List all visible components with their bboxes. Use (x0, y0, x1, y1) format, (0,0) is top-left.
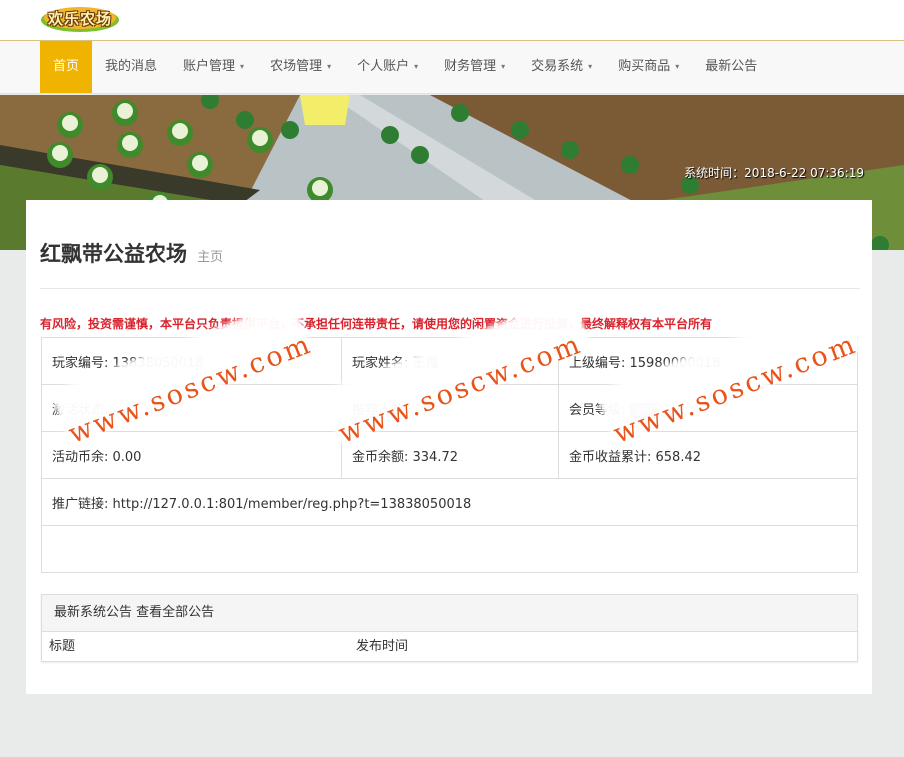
nav-item-label: 交易系统 (531, 59, 584, 74)
table-row (41, 525, 858, 573)
member-level-label: 会员等级: (569, 402, 626, 418)
view-all-announcements-link[interactable]: 查看全部公告 (136, 605, 214, 620)
tree-icon (511, 121, 529, 139)
site-logo[interactable]: 欢乐农场 (40, 5, 120, 33)
system-time: 系统时间：2018-6-22 07:36:19 (684, 166, 864, 180)
nav-item-label: 首页 (53, 59, 80, 74)
caret-down-icon: ▾ (240, 62, 245, 71)
tree-icon (411, 146, 429, 164)
tree-icon (561, 141, 579, 159)
caret-down-icon: ▾ (327, 62, 332, 71)
nav-item-8[interactable]: 最新公告 (692, 41, 770, 93)
tree-icon (451, 104, 469, 122)
nav-item-3[interactable]: 农场管理 ▾ (257, 41, 344, 93)
nav-item-1[interactable]: 我的消息 (92, 41, 170, 93)
nav-item-7[interactable]: 购买商品 ▾ (605, 41, 692, 93)
page-title: 红飘带公益农场 (40, 242, 187, 266)
announcements-title: 最新系统公告 (54, 605, 133, 620)
announcements-panel: 最新系统公告 查看全部公告 标题 发布时间 (41, 594, 858, 662)
cabbage-icon (192, 155, 208, 171)
table-row: 推广链接: http://127.0.0.1:801/member/reg.ph… (41, 478, 858, 526)
caret-down-icon: ▾ (675, 62, 680, 71)
nav-item-label: 农场管理 (270, 59, 323, 74)
page-subtitle: 主页 (197, 250, 224, 265)
nav-item-label: 财务管理 (444, 59, 497, 74)
nav-item-2[interactable]: 账户管理 ▾ (170, 41, 257, 93)
cabbage-icon (117, 103, 133, 119)
account-info-table: 玩家编号: 13838050018 玩家姓名: 王霞 上级编号: 1598000… (41, 337, 858, 573)
empty-cell (41, 525, 858, 573)
nav-list: 首页 我的消息 账户管理 ▾ 农场管理 ▾ 个人账户 ▾ 财务管理 ▾ 交易系统 ▾ 购买商品 ▾ 最新公告 (40, 41, 770, 95)
top-bar: 欢乐农场 (0, 0, 904, 40)
activity-coin-balance: 活动币余: 0.00 (41, 431, 342, 479)
tree-icon (621, 156, 639, 174)
table-row: 激活状态: 推荐人数: 会员等级: VIP (41, 384, 858, 432)
nav-item-6[interactable]: 交易系统 ▾ (518, 41, 605, 93)
member-level: 会员等级: VIP (558, 384, 858, 432)
player-id: 玩家编号: 13838050018 (41, 337, 342, 385)
referrer-count: 推荐人数: (341, 384, 559, 432)
nav-item-0[interactable]: 首页 (40, 41, 93, 93)
cabbage-icon (62, 115, 78, 131)
column-header-time: 发布时间 (356, 639, 409, 654)
cabbage-icon (252, 130, 268, 146)
nav-item-label: 最新公告 (705, 59, 758, 74)
page-header: 红飘带公益农场 主页 (40, 238, 860, 289)
cabbage-icon (312, 180, 328, 196)
caret-down-icon: ▾ (414, 62, 419, 71)
vip-badge: VIP (629, 402, 657, 418)
nav-item-label: 购买商品 (618, 59, 671, 74)
nav-item-label: 个人账户 (357, 59, 410, 74)
cabbage-icon (92, 167, 108, 183)
risk-warning: 有风险，投资需谨慎，本平台只负责提供平台，不承担任何连带责任，请使用您的闲置资金… (40, 317, 713, 331)
cabbage-icon (122, 135, 138, 151)
tree-icon (281, 121, 299, 139)
main-navbar: 首页 我的消息 账户管理 ▾ 农场管理 ▾ 个人账户 ▾ 财务管理 ▾ 交易系统 ▾ 购买商品 ▾ 最新公告 (0, 40, 904, 94)
promo-link[interactable]: 推广链接: http://127.0.0.1:801/member/reg.ph… (41, 478, 858, 526)
player-name: 玩家姓名: 王霞 (341, 337, 559, 385)
activation-status: 激活状态: (41, 384, 342, 432)
superior-id: 上级编号: 15980000018 (558, 337, 858, 385)
table-row: 玩家编号: 13838050018 玩家姓名: 王霞 上级编号: 1598000… (41, 337, 858, 385)
cabbage-icon (52, 145, 68, 161)
column-header-title: 标题 (49, 639, 76, 654)
announcements-columns: 标题 发布时间 (42, 632, 857, 662)
gold-coin-total: 金币收益累计: 658.42 (558, 431, 858, 479)
table-row: 活动币余: 0.00 金币余额: 334.72 金币收益累计: 658.42 (41, 431, 858, 479)
caret-down-icon: ▾ (588, 62, 593, 71)
tree-icon (381, 126, 399, 144)
nav-item-4[interactable]: 个人账户 ▾ (344, 41, 431, 93)
cabbage-icon (172, 123, 188, 139)
nav-item-5[interactable]: 财务管理 ▾ (431, 41, 518, 93)
tree-icon (236, 111, 254, 129)
announcements-header: 最新系统公告 查看全部公告 (42, 595, 857, 632)
nav-item-label: 账户管理 (183, 59, 236, 74)
gold-coin-balance: 金币余额: 334.72 (341, 431, 559, 479)
nav-item-label: 我的消息 (105, 59, 158, 74)
caret-down-icon: ▾ (501, 62, 506, 71)
logo-text: 欢乐农场 (47, 10, 112, 28)
main-panel: 红飘带公益农场 主页 有风险，投资需谨慎，本平台只负责提供平台，不承担任何连带责… (26, 200, 872, 694)
